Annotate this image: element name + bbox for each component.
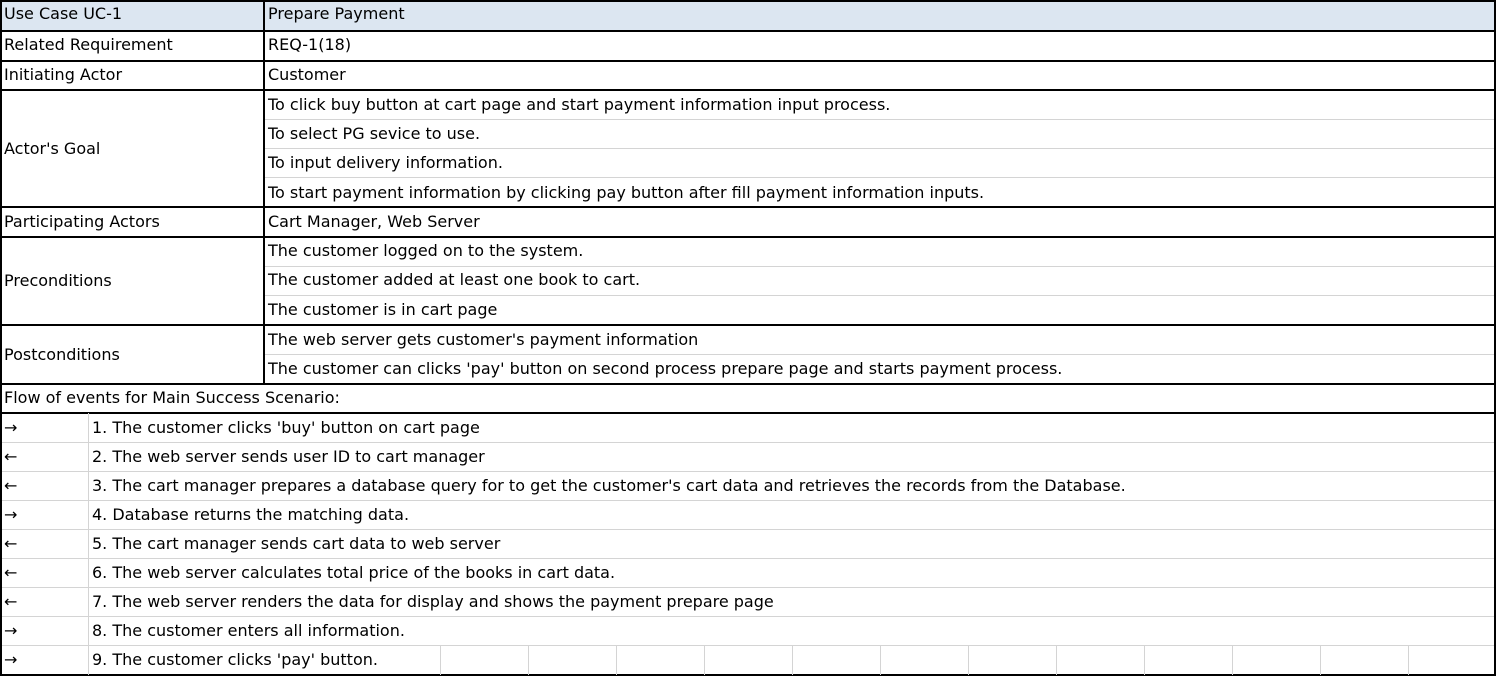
actors-goal-item: To start payment information by clicking… — [268, 183, 985, 202]
flow-divider — [0, 587, 1496, 588]
flow-step-text: 7. The web server renders the data for d… — [92, 592, 774, 611]
postcondition-item: The web server gets customer's payment i… — [268, 330, 699, 349]
grid-divider — [1320, 646, 1321, 675]
item-divider — [264, 354, 1496, 355]
grid-divider — [1232, 646, 1233, 675]
flow-step-text: 5. The cart manager sends cart data to w… — [92, 534, 501, 553]
actors-goal-label: Actor's Goal — [4, 139, 101, 158]
left-arrow-icon: ← — [4, 534, 18, 553]
row-divider — [0, 206, 1496, 208]
right-arrow-icon: → — [4, 505, 18, 524]
arrow-column-divider — [88, 413, 89, 675]
related-requirement-label: Related Requirement — [4, 35, 173, 54]
flow-step-row: → 4. Database returns the matching data. — [0, 501, 1496, 530]
initiating-actor-value: Customer — [268, 65, 346, 84]
flow-step-text: 6. The web server calculates total price… — [92, 563, 616, 582]
row-divider — [0, 412, 1496, 414]
related-requirement-value: REQ-1(18) — [268, 35, 352, 54]
use-case-table: Use Case UC-1 Prepare Payment Related Re… — [0, 0, 1497, 676]
flow-step-text: 3. The cart manager prepares a database … — [92, 476, 1126, 495]
flow-divider — [0, 500, 1496, 501]
precondition-item: The customer added at least one book to … — [268, 270, 641, 289]
preconditions-label: Preconditions — [4, 271, 112, 290]
initiating-actor-row: Initiating Actor Customer — [0, 61, 1496, 90]
item-divider — [264, 295, 1496, 296]
actors-goal-block: Actor's Goal To click buy button at cart… — [0, 91, 1496, 207]
flow-step-row: ← 6. The web server calculates total pri… — [0, 559, 1496, 588]
right-arrow-icon: → — [4, 650, 18, 669]
related-requirement-row: Related Requirement REQ-1(18) — [0, 31, 1496, 60]
flow-divider — [0, 616, 1496, 617]
postcondition-item: The customer can clicks 'pay' button on … — [268, 359, 1063, 378]
flow-step-text: 8. The customer enters all information. — [92, 621, 405, 640]
actors-goal-item: To select PG sevice to use. — [268, 124, 481, 143]
table-right-border — [1494, 0, 1496, 676]
flow-divider — [0, 645, 1496, 646]
postconditions-block: Postconditions The web server gets custo… — [0, 326, 1496, 384]
table-top-border — [0, 0, 1496, 2]
table-left-border — [0, 0, 2, 676]
flow-step-text: 4. Database returns the matching data. — [92, 505, 410, 524]
flow-step-row: → 1. The customer clicks 'buy' button on… — [0, 414, 1496, 443]
postconditions-label: Postconditions — [4, 345, 120, 364]
right-arrow-icon: → — [4, 621, 18, 640]
actors-goal-item: To click buy button at cart page and sta… — [268, 95, 891, 114]
flow-step-row: → 8. The customer enters all information… — [0, 617, 1496, 646]
grid-divider — [968, 646, 969, 675]
use-case-name: Prepare Payment — [268, 4, 405, 23]
flow-divider — [0, 471, 1496, 472]
item-divider — [264, 119, 1496, 120]
grid-divider — [1144, 646, 1145, 675]
actors-goal-item: To input delivery information. — [268, 153, 503, 172]
grid-divider — [792, 646, 793, 675]
flow-step-row: ← 5. The cart manager sends cart data to… — [0, 530, 1496, 559]
item-divider — [264, 148, 1496, 149]
row-divider — [0, 89, 1496, 91]
participating-actors-value: Cart Manager, Web Server — [268, 212, 480, 231]
flow-step-text: 1. The customer clicks 'buy' button on c… — [92, 418, 480, 437]
flow-step-text: 2. The web server sends user ID to cart … — [92, 447, 485, 466]
grid-divider — [1408, 646, 1409, 675]
label-column-divider — [263, 0, 265, 384]
grid-divider — [704, 646, 705, 675]
flow-step-row: → 9. The customer clicks 'pay' button. — [0, 646, 1496, 675]
left-arrow-icon: ← — [4, 447, 18, 466]
row-divider — [0, 30, 1496, 32]
participating-actors-label: Participating Actors — [4, 212, 160, 231]
participating-actors-row: Participating Actors Cart Manager, Web S… — [0, 208, 1496, 237]
flow-step-row: ← 7. The web server renders the data for… — [0, 588, 1496, 617]
use-case-id: Use Case UC-1 — [4, 4, 123, 23]
left-arrow-icon: ← — [4, 592, 18, 611]
row-divider — [0, 383, 1496, 385]
use-case-header-row: Use Case UC-1 Prepare Payment — [0, 0, 1496, 30]
right-arrow-icon: → — [4, 418, 18, 437]
flow-divider — [0, 442, 1496, 443]
row-divider — [0, 236, 1496, 238]
precondition-item: The customer is in cart page — [268, 300, 498, 319]
left-arrow-icon: ← — [4, 476, 18, 495]
left-arrow-icon: ← — [4, 563, 18, 582]
precondition-item: The customer logged on to the system. — [268, 241, 584, 260]
flow-step-row: ← 2. The web server sends user ID to car… — [0, 443, 1496, 472]
flow-step-text: 9. The customer clicks 'pay' button. — [92, 650, 378, 669]
flow-divider — [0, 529, 1496, 530]
flow-divider — [0, 558, 1496, 559]
row-divider — [0, 324, 1496, 326]
item-divider — [264, 266, 1496, 267]
grid-divider — [528, 646, 529, 675]
row-divider — [0, 60, 1496, 62]
preconditions-block: Preconditions The customer logged on to … — [0, 237, 1496, 325]
grid-divider — [1056, 646, 1057, 675]
flow-label: Flow of events for Main Success Scenario… — [4, 388, 340, 407]
grid-divider — [880, 646, 881, 675]
item-divider — [264, 177, 1496, 178]
grid-divider — [440, 646, 441, 675]
flow-header-row: Flow of events for Main Success Scenario… — [0, 384, 1496, 413]
grid-divider — [616, 646, 617, 675]
initiating-actor-label: Initiating Actor — [4, 65, 123, 84]
flow-step-row: ← 3. The cart manager prepares a databas… — [0, 472, 1496, 501]
